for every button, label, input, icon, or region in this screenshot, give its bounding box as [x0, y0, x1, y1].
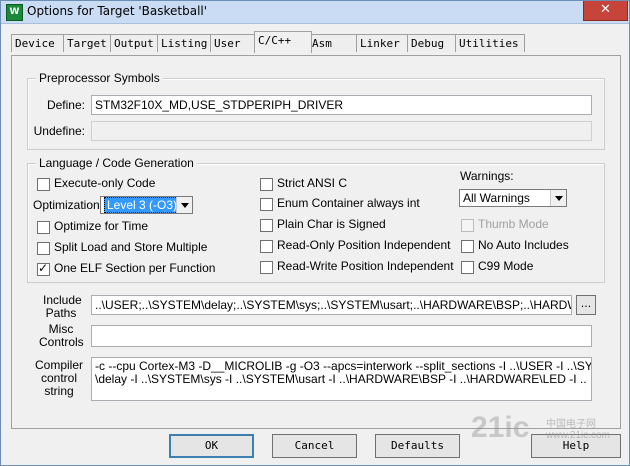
chevron-down-icon [550, 190, 566, 206]
optimization-label: Optimization: [33, 198, 104, 212]
c99-mode-label: C99 Mode [478, 259, 534, 273]
tab-user[interactable]: User [210, 34, 258, 52]
optimize-time-label: Optimize for Time [54, 219, 149, 233]
include-paths-label: Include Paths [43, 294, 82, 320]
define-field[interactable]: STM32F10X_MD,USE_STDPERIPH_DRIVER [91, 95, 592, 115]
tab-strip: Device Target Output Listing User C/C++ … [11, 31, 611, 55]
tab-listing[interactable]: Listing [157, 34, 214, 52]
chevron-down-icon [176, 197, 192, 213]
undefine-field[interactable] [91, 121, 592, 141]
strict-ansi-label: Strict ANSI C [277, 176, 348, 190]
compiler-control-label: Compiler control string [35, 359, 83, 398]
c99-mode-checkbox[interactable] [461, 261, 474, 274]
watermark-sub-2: www.21ic.com [546, 430, 610, 441]
warnings-value: All Warnings [463, 191, 530, 205]
enum-container-checkbox[interactable] [260, 198, 273, 211]
tab-asm[interactable]: Asm [308, 34, 360, 52]
strict-ansi-checkbox[interactable] [260, 178, 273, 191]
tab-utilities[interactable]: Utilities [455, 34, 525, 52]
options-dialog: W Options for Target 'Basketball' ✕ Devi… [0, 0, 630, 466]
no-auto-includes-checkbox[interactable] [461, 240, 474, 253]
define-label: Define: [46, 98, 85, 112]
warnings-label: Warnings: [460, 169, 514, 183]
misc-controls-field[interactable] [91, 325, 592, 347]
enum-container-label: Enum Container always int [277, 196, 420, 210]
include-paths-field[interactable]: ..\USER;..\SYSTEM\delay;..\SYSTEM\sys;..… [91, 295, 572, 315]
rw-pi-label: Read-Write Position Independent [277, 259, 454, 273]
misc-label-line-2: Controls [39, 335, 84, 349]
ok-button[interactable]: OK [169, 434, 254, 458]
uv4-icon: W [6, 4, 23, 21]
watermark-sub-1: 中国电子网 [546, 419, 596, 430]
execute-only-label: Execute-only Code [54, 176, 156, 190]
thumb-mode-label: Thumb Mode [478, 217, 549, 231]
watermark-logo: 21ic [471, 411, 530, 444]
ro-pi-checkbox[interactable] [260, 240, 273, 253]
cancel-button[interactable]: Cancel [272, 434, 357, 458]
split-load-checkbox[interactable] [37, 242, 50, 255]
close-button[interactable]: ✕ [583, 1, 628, 21]
watermark-subtext: 中国电子网 www.21ic.com [546, 419, 610, 441]
defaults-button[interactable]: Defaults [375, 434, 460, 458]
tab-output[interactable]: Output [110, 34, 161, 52]
tab-device[interactable]: Device [11, 34, 67, 52]
optimize-time-checkbox[interactable] [37, 221, 50, 234]
one-elf-label: One ELF Section per Function [54, 261, 216, 275]
compiler-label-line-3: string [44, 384, 74, 398]
tab-target[interactable]: Target [63, 34, 114, 52]
include-label-line-2: Paths [45, 306, 77, 320]
tab-debug[interactable]: Debug [407, 34, 459, 52]
window-title: Options for Target 'Basketball' [27, 4, 208, 18]
preprocessor-group-title: Preprocessor Symbols [36, 71, 163, 85]
optimization-select[interactable]: Level 3 (-O3) [100, 196, 193, 214]
include-browse-button[interactable]: ... [576, 295, 596, 315]
tab-linker[interactable]: Linker [356, 34, 411, 52]
one-elf-checkbox[interactable] [37, 261, 50, 276]
plain-char-checkbox[interactable] [260, 219, 273, 232]
undefine-label: Undefine: [33, 124, 85, 138]
tab-c-cpp[interactable]: C/C++ [254, 31, 312, 53]
compiler-line-2: \delay -I ..\SYSTEM\sys -I ..\SYSTEM\usa… [95, 372, 587, 386]
rw-pi-checkbox[interactable] [260, 261, 273, 274]
execute-only-checkbox[interactable] [37, 178, 50, 191]
thumb-mode-checkbox[interactable] [461, 219, 474, 232]
warnings-select[interactable]: All Warnings [459, 189, 567, 207]
compiler-control-string[interactable]: -c --cpu Cortex-M3 -D__MICROLIB -g -O3 -… [91, 357, 592, 401]
no-auto-includes-label: No Auto Includes [478, 238, 569, 252]
title-bar: W Options for Target 'Basketball' ✕ [1, 1, 629, 24]
language-group-title: Language / Code Generation [36, 156, 197, 170]
plain-char-label: Plain Char is Signed [277, 217, 386, 231]
optimization-value: Level 3 (-O3) [104, 197, 181, 213]
misc-controls-label: Misc Controls [39, 323, 84, 349]
ro-pi-label: Read-Only Position Independent [277, 238, 451, 252]
split-load-label: Split Load and Store Multiple [54, 240, 208, 254]
